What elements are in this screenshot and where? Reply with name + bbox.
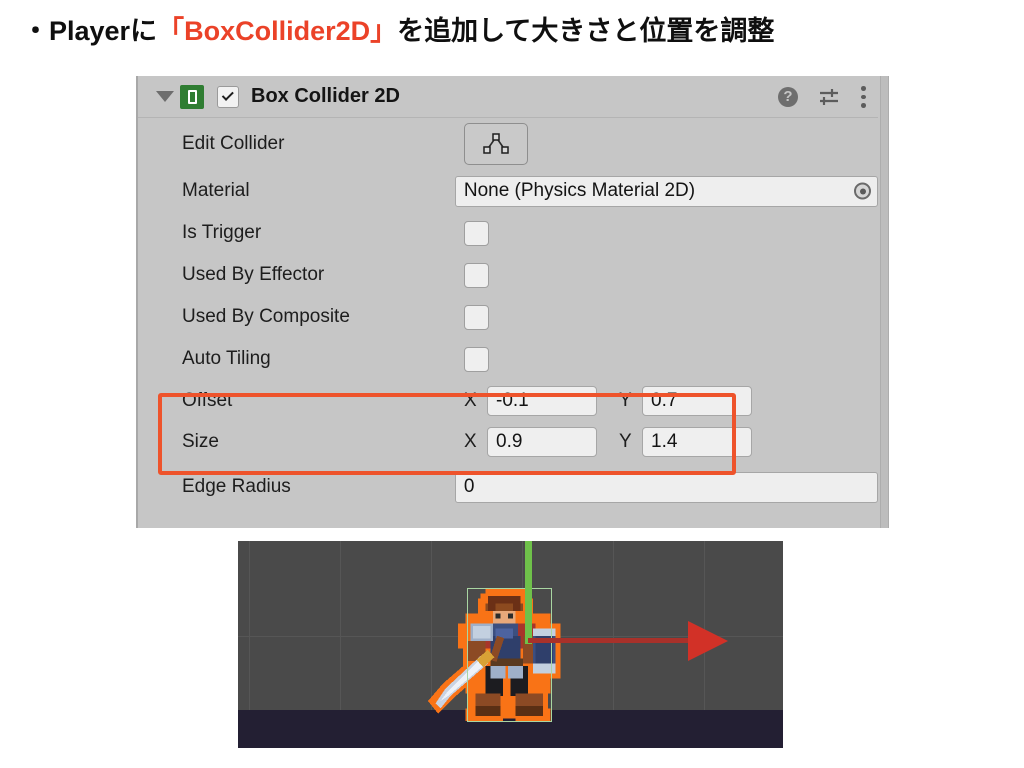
inspector-body: Box Collider 2D ? Edit Collider Material…	[138, 76, 878, 528]
collider-bounds-rect	[467, 588, 552, 722]
row-material: Material None (Physics Material 2D)	[138, 170, 878, 212]
inspector-scrollbar[interactable]	[880, 76, 889, 528]
gizmo-x-arrowhead-icon[interactable]	[688, 621, 728, 661]
label-used-by-composite: Used By Composite	[182, 306, 350, 327]
material-value: None (Physics Material 2D)	[463, 180, 696, 201]
edge-radius-input[interactable]: 0	[454, 471, 878, 503]
row-size: Size X 0.9 Y 1.4	[138, 421, 878, 462]
headline-accent: 「BoxCollider2D」	[157, 16, 398, 46]
headline-prefix: ・Playerに	[22, 16, 158, 46]
material-object-field[interactable]: None (Physics Material 2D)	[454, 175, 878, 207]
label-size: Size	[182, 430, 219, 452]
box-collider-2d-icon	[180, 84, 204, 109]
slide-root: ・Playerに「BoxCollider2D」を追加して大きさと位置を調整 Bo…	[0, 0, 1024, 768]
object-picker-icon[interactable]	[854, 182, 871, 200]
component-title: Box Collider 2D	[251, 85, 400, 107]
row-edit-collider: Edit Collider	[138, 118, 878, 170]
size-x-axis-label: X	[464, 430, 477, 452]
size-y-input[interactable]: 1.4	[642, 426, 752, 457]
help-icon[interactable]: ?	[778, 87, 798, 107]
offset-x-axis-label: X	[464, 389, 477, 411]
label-edge-radius: Edge Radius	[182, 476, 291, 497]
gizmo-y-axis[interactable]	[525, 541, 532, 644]
preset-sliders-icon[interactable]	[818, 86, 840, 108]
row-used-by-effector: Used By Effector	[138, 254, 878, 296]
label-used-by-effector: Used By Effector	[182, 264, 325, 285]
label-material: Material	[182, 180, 250, 201]
scene-view[interactable]	[238, 541, 783, 748]
edit-collider-icon	[483, 133, 509, 154]
edit-collider-button[interactable]	[464, 123, 528, 165]
header-icon-group: ?	[778, 76, 866, 118]
offset-y-axis-label: Y	[619, 389, 632, 411]
size-x-input[interactable]: 0.9	[487, 426, 597, 457]
component-header: Box Collider 2D ?	[138, 76, 878, 118]
kebab-menu-icon[interactable]	[860, 86, 866, 109]
is-trigger-checkbox[interactable]	[464, 220, 489, 246]
label-edit-collider: Edit Collider	[182, 133, 285, 154]
headline-suffix: を追加して大きさと位置を調整	[397, 16, 775, 46]
label-auto-tiling: Auto Tiling	[182, 348, 271, 369]
inspector-panel: Box Collider 2D ? Edit Collider Material…	[136, 76, 889, 528]
row-offset: Offset X -0.1 Y 0.7	[138, 380, 878, 421]
row-edge-radius: Edge Radius 0	[138, 466, 878, 508]
row-is-trigger: Is Trigger	[138, 212, 878, 254]
size-y-axis-label: Y	[619, 430, 632, 452]
gizmo-x-axis[interactable]	[528, 638, 698, 643]
row-used-by-composite: Used By Composite	[138, 296, 878, 338]
used-by-composite-checkbox[interactable]	[464, 304, 489, 330]
row-auto-tiling: Auto Tiling	[138, 338, 878, 380]
component-enabled-checkbox[interactable]	[217, 85, 239, 108]
page-title: ・Playerに「BoxCollider2D」を追加して大きさと位置を調整	[22, 12, 774, 50]
used-by-effector-checkbox[interactable]	[464, 262, 489, 288]
auto-tiling-checkbox[interactable]	[464, 346, 489, 372]
offset-x-input[interactable]: -0.1	[487, 385, 597, 416]
chevron-down-icon[interactable]	[152, 91, 178, 102]
label-is-trigger: Is Trigger	[182, 222, 262, 243]
offset-y-input[interactable]: 0.7	[642, 385, 752, 416]
label-offset: Offset	[182, 389, 233, 411]
